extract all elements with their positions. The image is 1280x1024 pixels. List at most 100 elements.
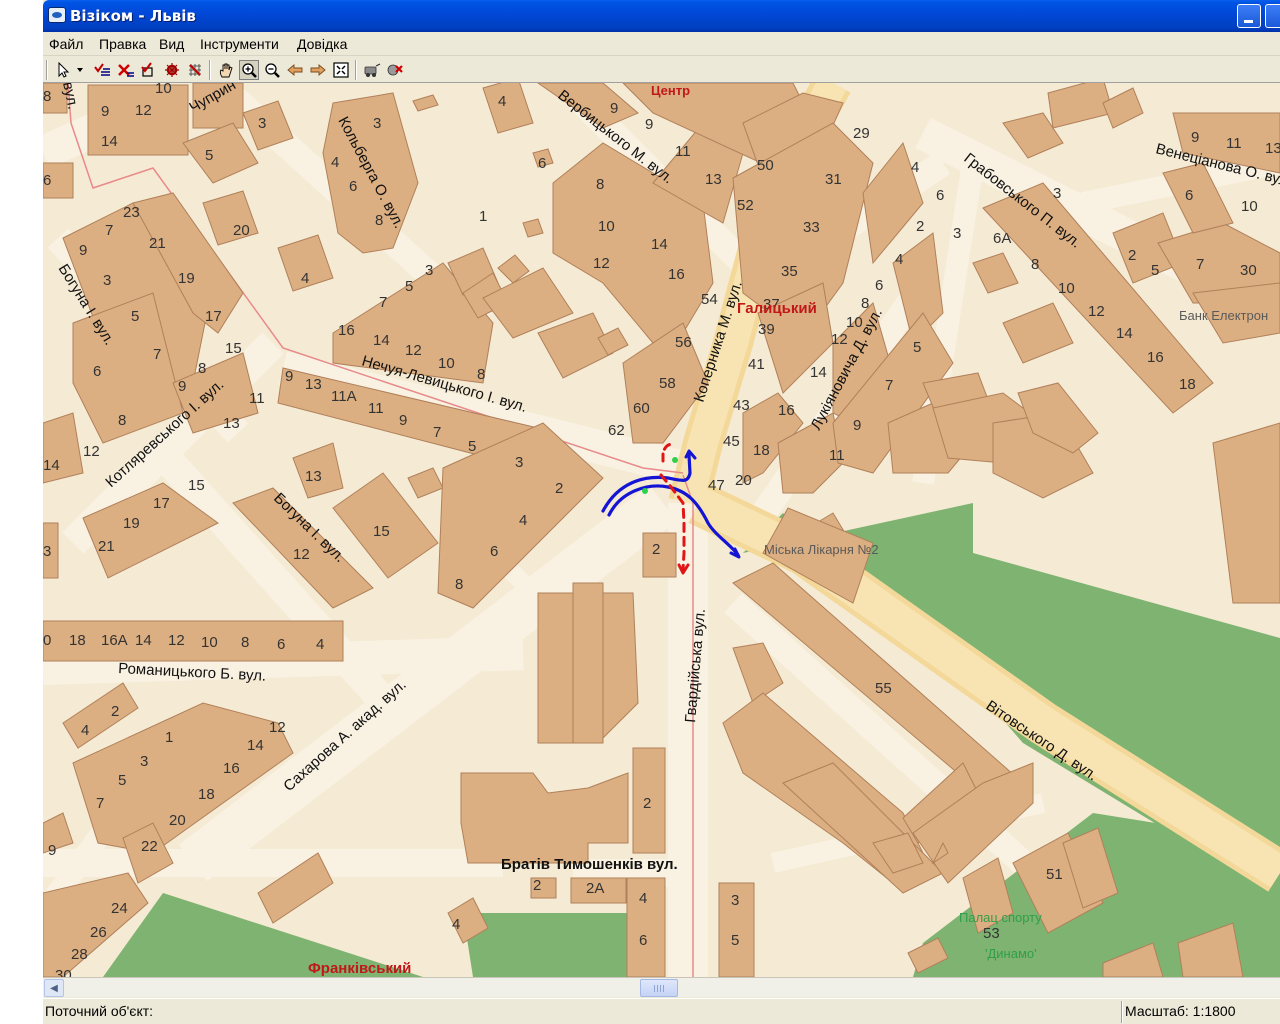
poi-dynamo-label[interactable]: 'Динамо' <box>985 946 1037 961</box>
maximize-button[interactable] <box>1265 4 1280 28</box>
svg-text:4: 4 <box>895 251 903 268</box>
zoom-in-icon[interactable] <box>239 60 259 80</box>
menu-file[interactable]: Файл <box>49 36 83 52</box>
svg-text:3: 3 <box>425 262 433 279</box>
select-object-icon[interactable] <box>139 60 159 80</box>
title-bar[interactable]: Візіком - Львів <box>43 0 1280 32</box>
svg-text:5: 5 <box>731 932 739 949</box>
svg-text:14: 14 <box>373 332 390 349</box>
svg-text:6: 6 <box>875 277 883 294</box>
toolbar <box>43 57 1280 83</box>
menu-help[interactable]: Довідка <box>297 36 347 52</box>
svg-text:6: 6 <box>93 363 101 380</box>
dropdown-arrow-icon[interactable] <box>75 60 85 80</box>
svg-text:11: 11 <box>1226 135 1242 152</box>
svg-text:21: 21 <box>98 538 115 555</box>
svg-text:3: 3 <box>103 272 111 289</box>
svg-text:18: 18 <box>69 632 86 649</box>
svg-text:13: 13 <box>305 468 322 485</box>
map-view[interactable]: 8 9 12 10 14 5 3 3 4684 6 1 20 4 6 23 21 7 9 19 3 17 5 1… <box>43 83 1280 977</box>
poi-sports-palace-label[interactable]: Палац спорту <box>959 910 1042 925</box>
svg-text:14: 14 <box>1116 325 1133 342</box>
svg-text:58: 58 <box>659 375 676 392</box>
clear-selection-icon[interactable] <box>116 60 136 80</box>
svg-text:9: 9 <box>399 412 407 429</box>
menu-view[interactable]: Вид <box>159 36 184 52</box>
svg-text:8: 8 <box>477 366 485 383</box>
svg-text:21: 21 <box>149 235 166 252</box>
svg-text:8: 8 <box>241 634 249 651</box>
svg-text:3: 3 <box>731 892 739 909</box>
menu-edit[interactable]: Правка <box>99 36 146 52</box>
svg-text:8: 8 <box>43 88 51 105</box>
svg-text:13: 13 <box>223 415 240 432</box>
svg-text:9: 9 <box>178 378 186 395</box>
svg-text:14: 14 <box>651 236 668 253</box>
horizontal-scrollbar[interactable]: ◀ <box>43 977 1280 997</box>
zoom-out-icon[interactable] <box>262 60 282 80</box>
svg-text:17: 17 <box>153 495 170 512</box>
svg-text:4: 4 <box>316 636 324 653</box>
menu-tools[interactable]: Інструменти <box>200 36 279 52</box>
svg-text:8: 8 <box>455 576 463 593</box>
district-label: Центр <box>651 83 690 98</box>
svg-text:30: 30 <box>55 967 72 977</box>
svg-text:2: 2 <box>643 795 651 812</box>
district-label: Франківський <box>308 960 411 977</box>
svg-text:50: 50 <box>757 157 774 174</box>
full-extent-icon[interactable] <box>331 60 351 80</box>
svg-text:7: 7 <box>433 424 441 441</box>
grid-select-icon[interactable] <box>185 60 205 80</box>
toolbar-separator <box>355 60 357 80</box>
svg-text:18: 18 <box>198 786 215 803</box>
svg-text:18: 18 <box>1179 376 1196 393</box>
back-arrow-icon[interactable] <box>285 60 305 80</box>
svg-text:5: 5 <box>1151 262 1159 279</box>
svg-text:7: 7 <box>96 795 104 812</box>
hand-icon[interactable] <box>216 60 236 80</box>
route-settings-icon[interactable] <box>385 60 405 80</box>
svg-text:10: 10 <box>438 355 455 372</box>
minimize-button[interactable] <box>1237 4 1261 28</box>
poi-bank-label[interactable]: Банк Електрон <box>1179 308 1268 323</box>
svg-text:23: 23 <box>123 204 140 221</box>
svg-text:6: 6 <box>277 636 285 653</box>
status-bar: Поточний об'єкт: Масштаб: 1:1800 <box>43 998 1280 1024</box>
pointer-icon[interactable] <box>53 60 73 80</box>
svg-text:7: 7 <box>379 294 387 311</box>
forward-arrow-icon[interactable] <box>308 60 328 80</box>
toolbar-separator <box>209 60 211 80</box>
svg-text:3: 3 <box>515 454 523 471</box>
scale-readout: Масштаб: 1:1800 <box>1125 1003 1236 1019</box>
svg-text:31: 31 <box>825 171 842 188</box>
svg-text:5: 5 <box>131 308 139 325</box>
scroll-left-button[interactable]: ◀ <box>44 979 64 997</box>
svg-text:10: 10 <box>1241 198 1258 215</box>
svg-text:53: 53 <box>983 925 1000 942</box>
app-icon[interactable] <box>48 7 66 23</box>
svg-text:56: 56 <box>675 334 692 351</box>
svg-text:16: 16 <box>338 322 355 339</box>
select-list-icon[interactable] <box>92 60 112 80</box>
svg-text:9: 9 <box>101 103 109 120</box>
svg-text:12: 12 <box>405 342 422 359</box>
svg-text:8: 8 <box>118 412 126 429</box>
district-label: Галицький <box>737 300 817 317</box>
route-icon[interactable] <box>362 60 382 80</box>
scroll-thumb[interactable] <box>640 979 678 997</box>
svg-text:19: 19 <box>123 515 140 532</box>
poi-hospital-label[interactable]: Міська Лікарня №2 <box>764 542 879 557</box>
svg-text:5: 5 <box>405 278 413 295</box>
svg-text:6: 6 <box>349 178 357 195</box>
svg-text:8: 8 <box>198 360 206 377</box>
gear-icon[interactable] <box>162 60 182 80</box>
svg-text:16: 16 <box>1147 349 1164 366</box>
svg-text:9: 9 <box>645 116 653 133</box>
svg-text:9: 9 <box>48 842 56 859</box>
svg-text:13: 13 <box>705 171 722 188</box>
svg-text:14: 14 <box>43 457 60 474</box>
svg-text:6: 6 <box>490 543 498 560</box>
svg-text:10: 10 <box>598 218 615 235</box>
svg-text:12: 12 <box>293 546 310 563</box>
svg-text:33: 33 <box>803 219 820 236</box>
